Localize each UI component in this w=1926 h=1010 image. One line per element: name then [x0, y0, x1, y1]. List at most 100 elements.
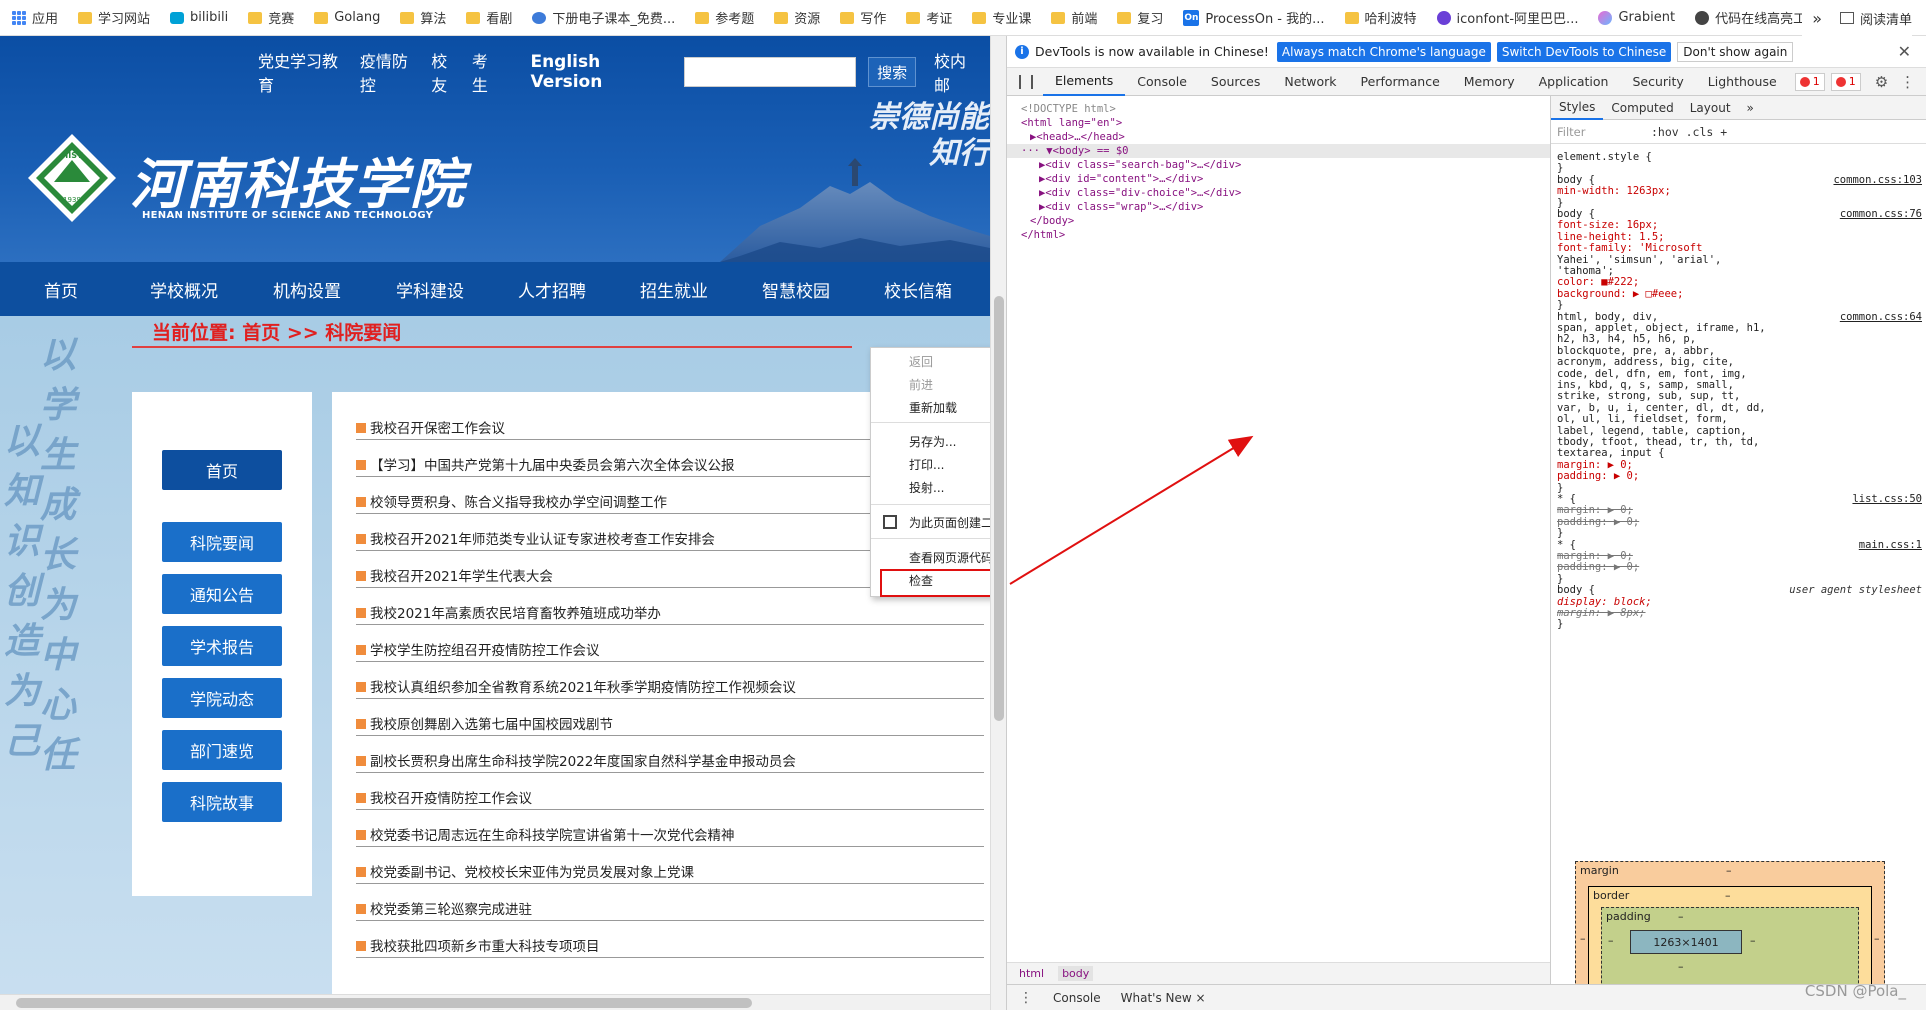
dont-show-again-button[interactable]: Don't show again	[1677, 41, 1794, 62]
page-vertical-scrollbar[interactable]	[990, 36, 1006, 1010]
bookmark-item[interactable]: 前端	[1051, 8, 1097, 27]
bookmark-item[interactable]: 看剧	[466, 8, 512, 27]
news-item[interactable]: 校党委副书记、党校校长宋亚伟为党员发展对象上党课	[356, 854, 984, 884]
page-hscroll-thumb[interactable]	[16, 998, 752, 1008]
news-title[interactable]: 我校原创舞剧入选第七届中国校园戏剧节	[370, 713, 613, 733]
devtools-tab[interactable]: Console	[1125, 68, 1199, 96]
drawer-menu-icon[interactable]: ⋮	[1019, 990, 1033, 1006]
bookmark-item[interactable]: 考证	[906, 8, 952, 27]
devtools-tab[interactable]: Memory	[1452, 68, 1527, 96]
english-version-link[interactable]: English Version	[530, 52, 671, 92]
dom-node-line[interactable]: ▶<div class="div-choice">…</div>	[1039, 186, 1241, 200]
news-title[interactable]: 校党委第三轮巡察完成进驻	[370, 898, 532, 918]
news-title[interactable]: 校领导贾积身、陈合义指导我校办学空间调整工作	[370, 491, 667, 511]
news-item[interactable]: 校党委书记周志远在生命科技学院宣讲省第十一次党代会精神	[356, 817, 984, 847]
mainnav-item[interactable]: 校长信箱	[884, 277, 952, 302]
mainnav-item[interactable]: 首页	[44, 277, 78, 302]
device-toolbar-icon[interactable]	[1031, 74, 1033, 89]
page-scroll-thumb[interactable]	[994, 296, 1004, 721]
styles-filter-options[interactable]: :hov .cls +	[1651, 125, 1727, 139]
news-item[interactable]: 校党委第三轮巡察完成进驻	[356, 891, 984, 921]
news-title[interactable]: 我校认真组织参加全省教育系统2021年秋季学期疫情防控工作视频会议	[370, 676, 796, 696]
crumb-html[interactable]: html	[1019, 967, 1044, 980]
styles-filter[interactable]: Filter :hov .cls +	[1551, 120, 1926, 144]
bookmark-item[interactable]: 学习网站	[78, 8, 150, 27]
news-title[interactable]: 我校获批四项新乡市重大科技专项项目	[370, 935, 600, 955]
more-options-icon[interactable]: ⋮	[1900, 73, 1915, 91]
news-title[interactable]: 校党委副书记、党校校长宋亚伟为党员发展对象上党课	[370, 861, 694, 881]
mainnav-item[interactable]: 机构设置	[273, 277, 341, 302]
styles-subtab[interactable]: Layout	[1682, 96, 1739, 120]
bookmark-item[interactable]: iconfont-阿里巴巴...	[1436, 8, 1578, 27]
bookmark-item[interactable]: Grabient	[1598, 10, 1675, 25]
news-title[interactable]: 我校召开2021年学生代表大会	[370, 565, 553, 585]
page-horizontal-scrollbar[interactable]	[0, 994, 990, 1010]
news-title[interactable]: 学校学生防控组召开疫情防控工作会议	[370, 639, 600, 659]
topnav-link-epidemic[interactable]: 疫情防控	[360, 48, 421, 96]
news-item[interactable]: 我校获批四项新乡市重大科技专项项目	[356, 928, 984, 958]
dom-node-line[interactable]: ▶<div class="search-bag">…</div>	[1039, 158, 1241, 172]
sidebar-button[interactable]: 科院要闻	[162, 522, 282, 562]
news-title[interactable]: 我校召开疫情防控工作会议	[370, 787, 532, 807]
news-item[interactable]: 副校长贾积身出席生命科技学院2022年度国家自然科学基金申报动员会	[356, 743, 984, 773]
topnav-link-mail[interactable]: 校内邮	[934, 48, 980, 96]
news-item[interactable]: 我校认真组织参加全省教育系统2021年秋季学期疫情防控工作视频会议	[356, 669, 984, 699]
mainnav-item[interactable]: 招生就业	[640, 277, 708, 302]
dom-node-line[interactable]: <html lang="en">	[1021, 116, 1122, 130]
issue-count-badge[interactable]: 1	[1830, 72, 1861, 91]
bookmark-item[interactable]: On ProcessOn - 我的...	[1183, 8, 1325, 27]
drawer-tab-console[interactable]: Console	[1053, 991, 1101, 1005]
reading-list-label[interactable]: 阅读清单	[1860, 9, 1912, 28]
dom-node-line[interactable]: ▶<head>…</head>	[1030, 130, 1125, 144]
devtools-tab[interactable]: Network	[1272, 68, 1348, 96]
dom-node-line[interactable]: <!DOCTYPE html>	[1021, 102, 1116, 116]
dom-node-line[interactable]: ▶<div id="content">…</div>	[1039, 172, 1203, 186]
news-item[interactable]: 我校召开疫情防控工作会议	[356, 780, 984, 810]
news-item[interactable]: 学校学生防控组召开疫情防控工作会议	[356, 632, 984, 662]
bookmark-item[interactable]: 写作	[840, 8, 886, 27]
bookmark-item[interactable]: 哈利波特	[1344, 8, 1417, 27]
news-title[interactable]: 【学习】中国共产党第十九届中央委员会第六次全体会议公报	[370, 454, 735, 474]
dom-node-line[interactable]: </body>	[1030, 214, 1074, 228]
devtools-tab[interactable]: Application	[1527, 68, 1621, 96]
error-count-badge[interactable]: 1	[1794, 72, 1825, 91]
mainnav-item[interactable]: 学校概况	[150, 277, 218, 302]
styles-subtab[interactable]: Styles	[1551, 96, 1604, 120]
sidebar-button[interactable]: 首页	[162, 450, 282, 490]
drawer-tab-whats-new[interactable]: What's New ×	[1121, 991, 1206, 1005]
dom-node-line[interactable]: ··· ▼<body> == $0	[1007, 144, 1550, 158]
topnav-link-alumni[interactable]: 校友	[431, 48, 462, 96]
match-language-button[interactable]: Always match Chrome's language	[1276, 41, 1491, 62]
bookmark-item[interactable]: 复习	[1117, 8, 1163, 27]
devtools-tab[interactable]: Lighthouse	[1696, 68, 1789, 96]
news-title[interactable]: 我校召开2021年师范类专业认证专家进校考查工作安排会	[370, 528, 715, 548]
mainnav-item[interactable]: 人才招聘	[518, 277, 586, 302]
news-item[interactable]: 我校2021年高素质农民培育畜牧养殖班成功举办	[356, 595, 984, 625]
news-title[interactable]: 副校长贾积身出席生命科技学院2022年度国家自然科学基金申报动员会	[370, 750, 796, 770]
bookmark-item[interactable]: 专业课	[972, 8, 1031, 27]
reading-list-icon[interactable]	[1839, 12, 1854, 24]
styles-filter-input[interactable]: Filter	[1557, 125, 1585, 139]
styles-subtab[interactable]: Computed	[1603, 96, 1681, 120]
settings-gear-icon[interactable]: ⚙	[1875, 73, 1888, 91]
devtools-tab[interactable]: Elements	[1043, 68, 1126, 96]
devtools-tab[interactable]: Security	[1620, 68, 1695, 96]
bookmark-item[interactable]: 竞赛	[248, 8, 294, 27]
dom-node-line[interactable]: </html>	[1021, 228, 1065, 242]
mainnav-item[interactable]: 学科建设	[396, 277, 464, 302]
news-item[interactable]: 我校原创舞剧入选第七届中国校园戏剧节	[356, 706, 984, 736]
bookmark-item[interactable]: Golang	[314, 10, 380, 25]
sidebar-button[interactable]: 部门速览	[162, 730, 282, 770]
style-rule-line[interactable]: }	[1557, 617, 1922, 631]
topnav-link-party[interactable]: 党史学习教育	[258, 48, 350, 96]
switch-chinese-button[interactable]: Switch DevTools to Chinese	[1496, 41, 1672, 62]
news-title[interactable]: 校党委书记周志远在生命科技学院宣讲省第十一次党代会精神	[370, 824, 735, 844]
sidebar-button[interactable]: 学院动态	[162, 678, 282, 718]
news-title[interactable]: 我校召开保密工作会议	[370, 417, 505, 437]
bookmark-item[interactable]: bilibili	[170, 10, 228, 25]
bookmark-item[interactable]: 下册电子课本_免费...	[532, 8, 675, 27]
inspect-element-icon[interactable]	[1019, 74, 1021, 89]
sidebar-button[interactable]: 科院故事	[162, 782, 282, 822]
devtools-tab[interactable]: Performance	[1349, 68, 1452, 96]
sidebar-button[interactable]: 通知公告	[162, 574, 282, 614]
